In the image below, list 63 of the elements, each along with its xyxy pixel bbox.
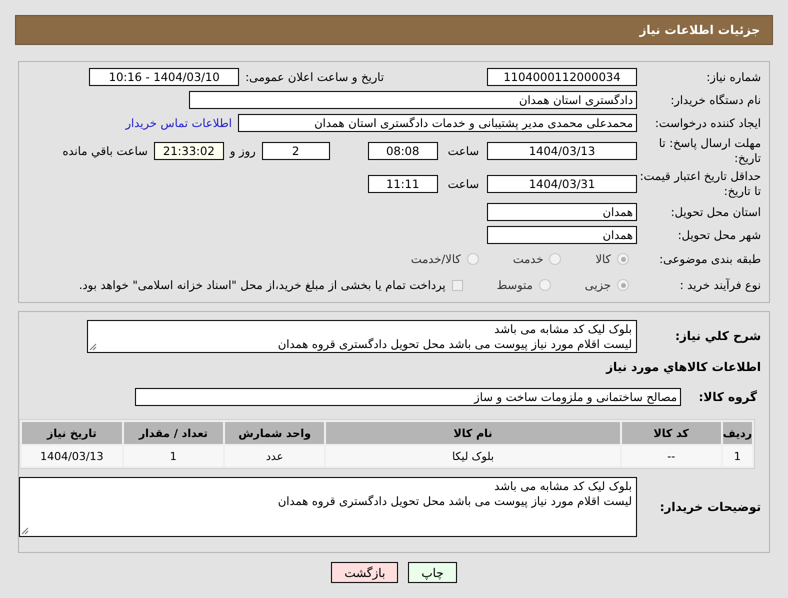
field-label: شهر محل تحویل: [676,228,762,242]
remaining-label: ساعت باقي مانده [62,144,148,158]
option-label: خدمت [512,252,544,266]
need-number-field: 1104000112000034 [487,68,637,86]
table-cell: -- [622,446,721,466]
field-label: تاریخ و ساعت اعلان عمومی: [245,70,384,84]
option-label: کالا/خدمت [410,252,461,266]
print-button[interactable]: چاپ [408,562,457,583]
city-field: همدان [487,226,637,244]
field-label: استان محل تحویل: [670,204,762,220]
table-cell: 1 [124,446,223,466]
table-cell: عدد [224,446,324,466]
time-label: ساعت [448,144,479,158]
section-heading: اطلاعات كالاهاي مورد نياز [606,360,762,374]
buyer-org-field: دادگستری استان همدان [189,91,637,109]
creator-field: محمدعلی محمدی مدیر پشتیبانی و خدمات دادگستری استان همدان [238,114,637,132]
field-label: مهلت ارسال پاسخ: تا تاریخ: [658,136,762,166]
column-header: رديف [722,422,752,444]
buyer-notes-field: بلوک لیک کد مشابه می باشد لیست اقلام مورد نیاز پیوست می باشد محل تحویل دادگستری قروه همدان [19,477,637,537]
column-header: تاريخ نياز [22,422,122,444]
checkbox[interactable] [452,280,463,290]
radio-button[interactable] [549,253,562,265]
resize-grip-icon[interactable] [89,343,97,351]
page-title-bar: جزئیات اطلاعات نیاز [15,15,773,45]
days-label: روز و [230,144,256,158]
announce-date-field: 1404/03/10 - 10:16 [89,68,240,86]
option-label: کالا [595,252,611,266]
price-time-field: 11:11 [368,175,438,193]
resize-grip-icon[interactable] [21,527,29,535]
field-label: نام دستگاه خریدار: [669,92,762,108]
back-button[interactable]: بازگشت [331,562,398,583]
price-date-field: 1404/03/31 [487,175,637,193]
radio-button[interactable] [466,253,479,265]
description-field: بلوک لیک کد مشابه می باشد لیست اقلام مورد نیاز پیوست می باشد محل تحویل دادگستری قروه همدان [87,320,637,353]
remaining-time-field: 21:33:02 [154,142,224,160]
column-header: نام كالا [326,422,620,444]
option-label: جزیی [584,278,611,292]
table-cell: بلوک لیکا [326,446,620,466]
field-label: توضیحات خریدار: [658,500,762,514]
province-field: همدان [487,203,637,221]
field-label: ایجاد کننده درخواست: [654,116,762,130]
reply-time-field: 08:08 [368,142,438,160]
column-header: تعداد / مقدار [124,422,223,444]
days-field: 2 [262,142,330,160]
time-label: ساعت [448,177,479,191]
radio-button[interactable] [538,279,551,291]
table-cell: 1 [722,446,752,466]
column-header: واحد شمارش [224,422,324,444]
option-label: متوسط [496,278,533,292]
radio-button[interactable] [617,279,629,291]
field-label: حداقل تاریخ اعتبار قیمت: تا تاریخ: [638,169,762,199]
field-label: نوع فرآیند خرید : [678,278,762,292]
field-label: طبقه بندی موضوعی: [658,252,762,266]
column-header: كد كالا [622,422,721,444]
reply-date-field: 1404/03/13 [487,142,637,160]
payment-note: پرداخت تمام یا بخشی از مبلغ خرید،از محل "اسناد خزانه اسلامی" خواهد بود. [78,278,446,292]
field-label: شرح كلي نياز: [674,329,762,344]
field-label: گروه کالا: [698,390,758,404]
goods-group-field: مصالح ساختمانی و ملزومات ساخت و ساز [135,388,681,406]
table-cell: 1404/03/13 [22,446,122,466]
radio-button[interactable] [617,253,629,265]
field-label: شماره نیاز: [705,70,762,84]
buyer-contact-link[interactable]: اطلاعات تماس خریدار [125,116,232,130]
